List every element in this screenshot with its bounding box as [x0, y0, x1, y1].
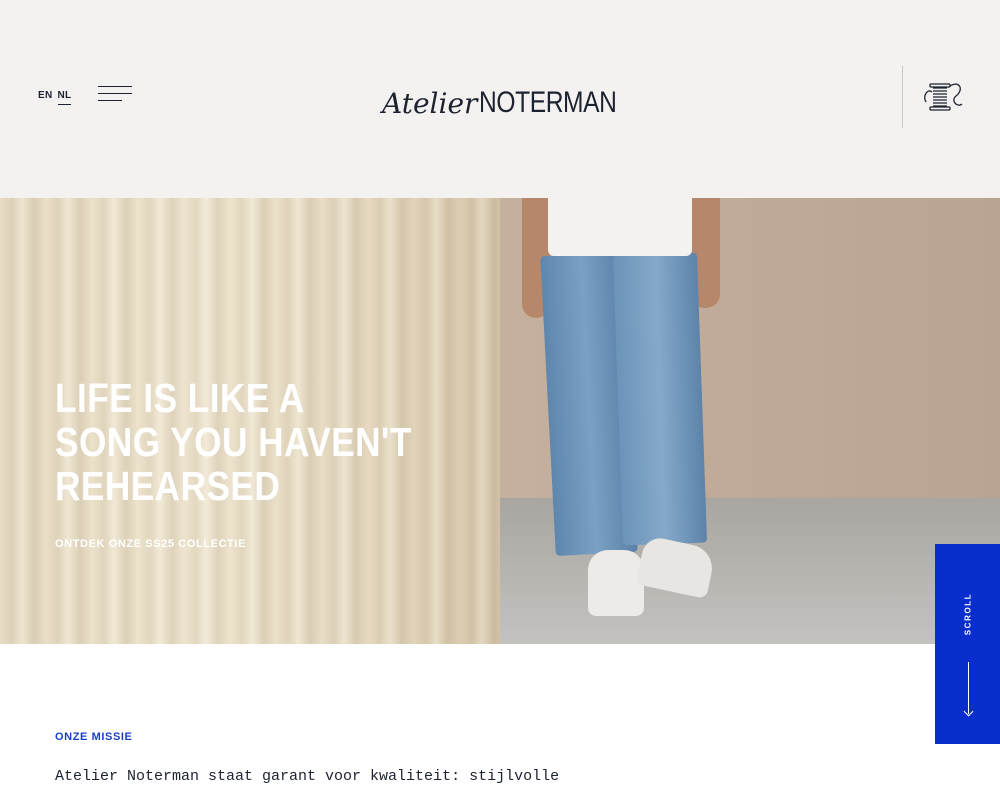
headline-line: LIFE IS LIKE A: [55, 375, 305, 421]
hero-photo-shirt: [548, 198, 692, 256]
hero-photo-jeans: [612, 252, 708, 546]
site-logo[interactable]: Atelier NOTERMAN: [382, 78, 622, 118]
headline-line: REHEARSED: [55, 463, 281, 509]
logo-script-text: Atelier: [382, 87, 478, 120]
mission-text: Atelier Noterman staat garant voor kwali…: [55, 768, 560, 785]
hero-photo-sneaker: [588, 550, 644, 616]
logo-wordmark: NOTERMAN: [479, 86, 617, 119]
site-header: EN NL Atelier NOTERMAN: [0, 0, 1000, 198]
language-en[interactable]: EN: [38, 90, 53, 105]
thread-spool-icon[interactable]: [922, 78, 964, 116]
headline-line: SONG YOU HAVEN'T: [55, 419, 412, 465]
hero-banner: LIFE IS LIKE A SONG YOU HAVEN'T REHEARSE…: [0, 198, 1000, 644]
mission-label: ONZE MISSIE: [55, 731, 133, 743]
language-nl[interactable]: NL: [57, 90, 72, 105]
collection-cta-link[interactable]: ONTDEK ONZE SS25 COLLECTIE: [55, 538, 246, 550]
header-divider: [902, 66, 903, 128]
scroll-label-wrap: SCROLL: [956, 592, 980, 636]
language-switcher: EN NL: [38, 90, 72, 105]
hero-headline: LIFE IS LIKE A SONG YOU HAVEN'T REHEARSE…: [55, 376, 416, 508]
hamburger-menu-icon[interactable]: [98, 86, 132, 104]
scroll-button[interactable]: SCROLL: [935, 544, 1000, 744]
scroll-label: SCROLL: [963, 592, 973, 636]
arrow-head: [963, 706, 974, 717]
